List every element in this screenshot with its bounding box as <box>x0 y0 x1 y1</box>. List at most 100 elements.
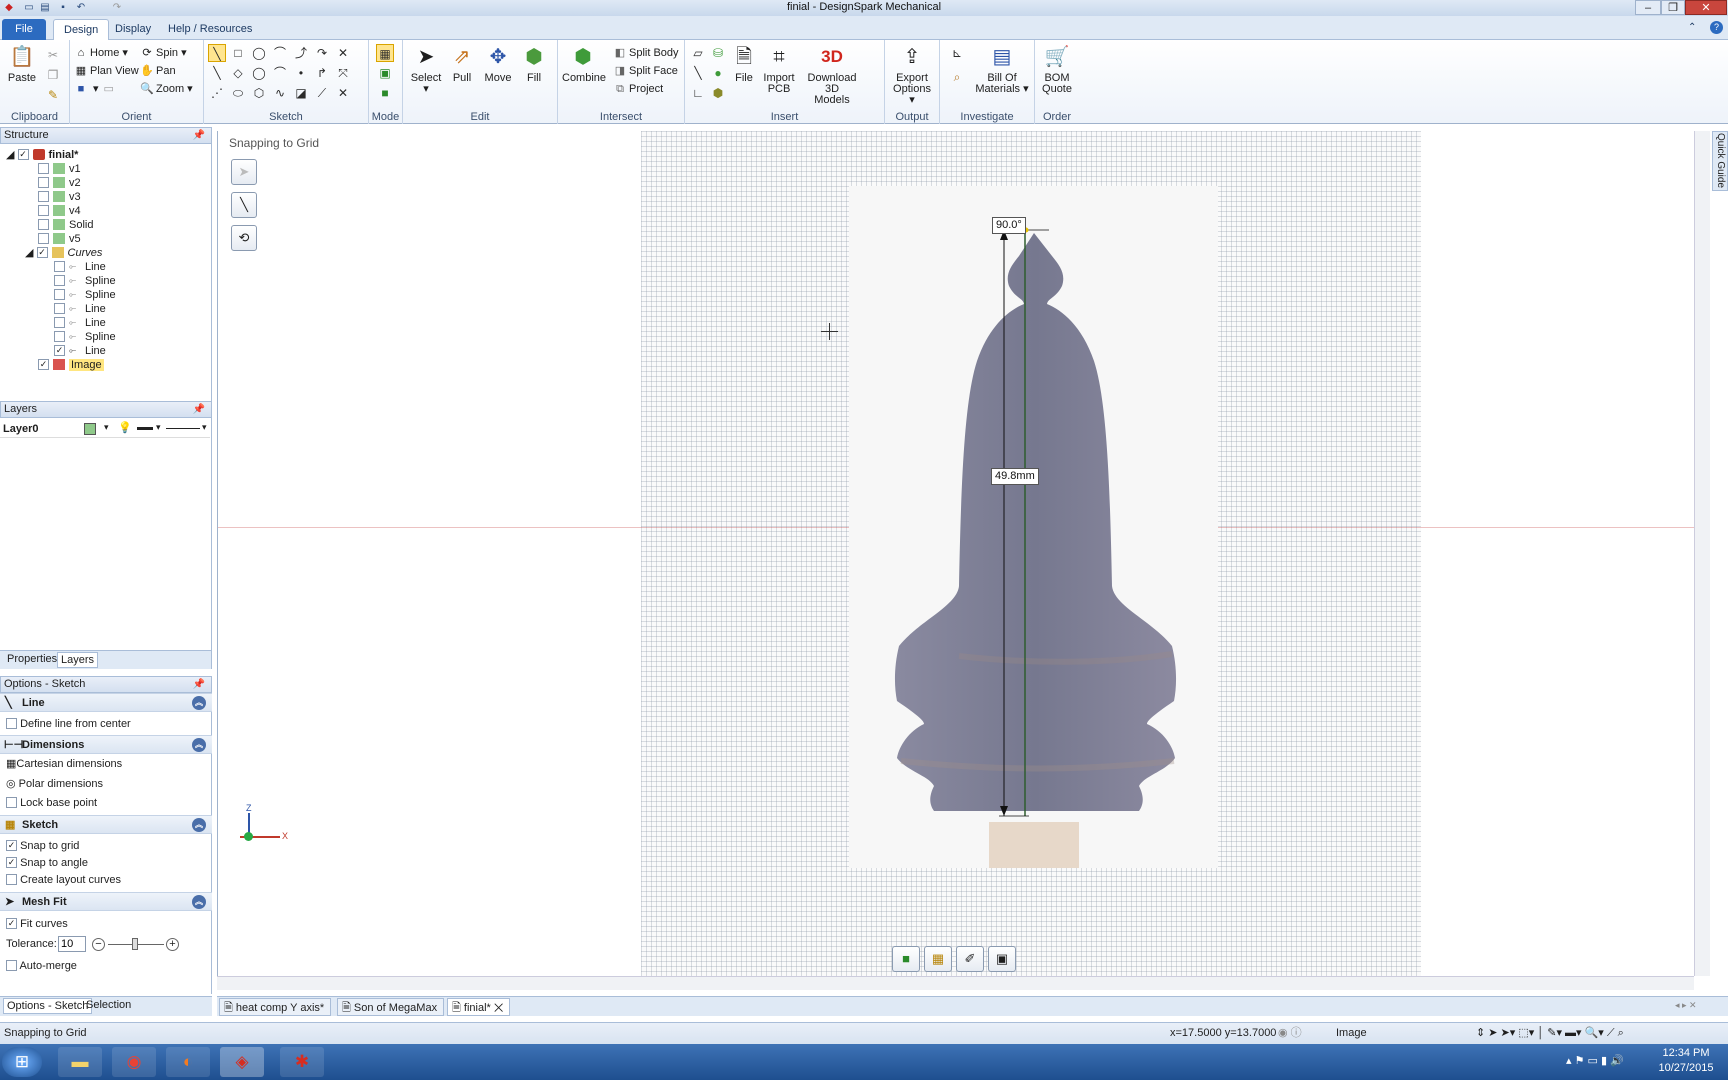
export-options-button[interactable]: ⇪ Export Options ▾ <box>889 44 935 106</box>
spin-button[interactable]: ⟳ Spin ▾ <box>140 44 186 62</box>
horizontal-scrollbar[interactable] <box>217 976 1694 990</box>
line-style-icon[interactable] <box>166 428 200 429</box>
offset-curve-icon[interactable]: ↱ <box>313 64 331 82</box>
dropdown-icon[interactable]: ▾ <box>156 422 161 433</box>
minus-icon[interactable]: − <box>92 938 105 951</box>
create-layout-curves-option[interactable]: Create layout curves <box>6 873 121 888</box>
slider-thumb[interactable] <box>132 938 138 950</box>
options-section-line[interactable]: ╲ Line ︽ <box>0 693 212 712</box>
visibility-checkbox[interactable] <box>38 204 49 216</box>
3d-mode-mini-icon[interactable]: ■ <box>892 946 920 972</box>
tab-scroll-icon[interactable]: ◂ ▸ ✕ <box>1675 1000 1697 1011</box>
checkbox[interactable]: ✓ <box>6 856 17 868</box>
visibility-checkbox[interactable] <box>54 330 65 342</box>
plus-icon[interactable]: + <box>166 938 179 951</box>
status-toolbar-icons[interactable]: ⇕ ➤ ➤▾ ⬚▾ │ ✎▾ ▬▾ 🔍▾ ⟋ ⌕ <box>1476 1023 1624 1044</box>
layer-color-swatch[interactable] <box>84 423 96 435</box>
arc-tool-icon[interactable]: ⌒ <box>271 44 289 62</box>
polar-dimensions-option[interactable]: ◎ Polar dimensions <box>6 777 103 792</box>
tree-root[interactable]: ◢ ✓ finial* <box>6 148 78 162</box>
visibility-checkbox[interactable] <box>38 162 49 174</box>
options-section-sketch[interactable]: ▦ Sketch ︽ <box>0 815 212 834</box>
bill-of-materials-button[interactable]: ▤ Bill Of Materials ▾ <box>974 44 1030 95</box>
tangent-arc-icon[interactable]: ↷ <box>313 44 331 62</box>
paint-splat-icon[interactable]: ✱ <box>280 1047 324 1077</box>
plane-icon[interactable]: ▱ <box>689 44 707 62</box>
axis-icon[interactable]: ╲ <box>689 64 707 82</box>
visibility-checkbox[interactable]: ✓ <box>36 246 48 258</box>
collapse-icon[interactable]: ︽ <box>192 696 206 710</box>
tree-curve[interactable]: ⟜ Line <box>54 260 106 274</box>
collapse-icon[interactable]: ︽ <box>192 738 206 752</box>
trim-icon[interactable]: ✕ <box>334 44 352 62</box>
close-button[interactable]: ✕ <box>1685 0 1727 15</box>
move-button[interactable]: ✥ Move <box>481 44 515 84</box>
measure-icon[interactable]: ⊾ <box>948 44 966 62</box>
length-dimension-label[interactable]: 49.8mm <box>991 468 1039 485</box>
tree-item-image[interactable]: ✓ Image <box>38 358 104 372</box>
corner-icon[interactable]: ⤧ <box>334 64 352 82</box>
three-point-rectangle-icon[interactable]: ◇ <box>229 64 247 82</box>
split-body-button[interactable]: ◧ Split Body <box>613 44 679 62</box>
collapse-icon[interactable]: ︽ <box>192 818 206 832</box>
visibility-checkbox[interactable] <box>38 232 49 244</box>
lock-base-point-option[interactable]: Lock base point <box>6 796 97 811</box>
help-icon[interactable]: ? <box>1710 21 1723 34</box>
options-section-dimensions[interactable]: ⊢⊣ Dimensions ︽ <box>0 735 212 754</box>
paste-button[interactable]: 📋 Paste <box>4 44 40 84</box>
circle-tool-icon[interactable]: ◯ <box>250 44 268 62</box>
visibility-checkbox[interactable]: ✓ <box>17 148 29 160</box>
visibility-checkbox[interactable] <box>38 190 49 202</box>
tab-layers[interactable]: Layers <box>57 652 99 668</box>
spline-icon[interactable]: ∿ <box>271 84 289 102</box>
tab-options-sketch[interactable]: Options - Sketch <box>3 998 93 1014</box>
checkbox[interactable] <box>6 796 17 808</box>
download-3d-models-button[interactable]: 3D Download 3D Models <box>799 44 865 106</box>
firefox-icon[interactable]: ◐ <box>166 1047 210 1077</box>
options-section-mesh-fit[interactable]: ➤ Mesh Fit ︽ <box>0 892 212 911</box>
cylinder-icon[interactable]: ⛁ <box>709 44 727 62</box>
doc-tab[interactable]: 🗎 heat comp Y axis* <box>219 998 332 1016</box>
tab-help-resources[interactable]: Help / Resources <box>158 19 262 40</box>
pin-icon[interactable]: 📌 <box>193 128 205 143</box>
tab-properties[interactable]: Properties <box>4 653 60 665</box>
tree-item-solid[interactable]: Solid <box>38 218 93 232</box>
face-curve-icon[interactable]: ◪ <box>292 84 310 102</box>
visibility-checkbox[interactable] <box>38 176 49 188</box>
status-icon[interactable]: ◉ ⓘ <box>1278 1023 1302 1044</box>
visibility-checkbox[interactable] <box>54 288 65 300</box>
check-geometry-icon[interactable]: ⌕ <box>948 68 966 86</box>
point-icon[interactable]: • <box>292 64 310 82</box>
visibility-checkbox[interactable] <box>54 302 65 314</box>
home-button[interactable]: ⌂ Home ▾ <box>74 44 128 62</box>
rotate-plane-icon[interactable]: ⟲ <box>231 225 257 251</box>
auto-merge-option[interactable]: Auto-merge <box>6 959 77 974</box>
section-mode-icon[interactable]: ▣ <box>376 64 394 82</box>
tree-folder-curves[interactable]: ◢ ✓ Curves <box>25 246 102 260</box>
split-face-button[interactable]: ◨ Split Face <box>613 62 678 80</box>
sketch-mode-mini-icon[interactable]: ▦ <box>924 946 952 972</box>
tree-curve[interactable]: ⟜ Spline <box>54 274 116 288</box>
finial-image[interactable] <box>849 186 1218 868</box>
tree-item-v1[interactable]: v1 <box>38 162 81 176</box>
checkbox[interactable]: ✓ <box>6 839 17 851</box>
three-point-arc-icon[interactable]: ⌒ <box>271 64 289 82</box>
bom-quote-button[interactable]: 🛒 BOM Quote <box>1039 44 1075 95</box>
minimize-button[interactable]: – <box>1635 0 1661 15</box>
cartesian-dimensions-option[interactable]: ▦Cartesian dimensions <box>6 757 122 772</box>
dropdown-icon[interactable]: ▾ <box>202 422 207 433</box>
copy-icon[interactable]: ❐ <box>44 66 62 84</box>
line-weight-icon[interactable] <box>137 427 153 430</box>
line-mini-tool-icon[interactable]: ╲ <box>231 192 257 218</box>
visibility-checkbox[interactable] <box>54 316 65 328</box>
select-mini-tool-icon[interactable]: ➤ <box>231 159 257 185</box>
pull-button[interactable]: ⇗ Pull <box>445 44 479 84</box>
dropdown-icon[interactable]: ▾ <box>104 422 109 433</box>
line-tool-icon[interactable]: ╲ <box>208 44 226 62</box>
origin-icon[interactable]: ∟ <box>689 84 707 102</box>
tree-curve[interactable]: ⟜ Spline <box>54 288 116 302</box>
shell-icon[interactable]: ⬢ <box>709 84 727 102</box>
checkbox[interactable] <box>6 959 17 971</box>
ellipse-icon[interactable]: ⬭ <box>229 84 247 102</box>
pin-icon[interactable]: 📌 <box>193 402 205 417</box>
